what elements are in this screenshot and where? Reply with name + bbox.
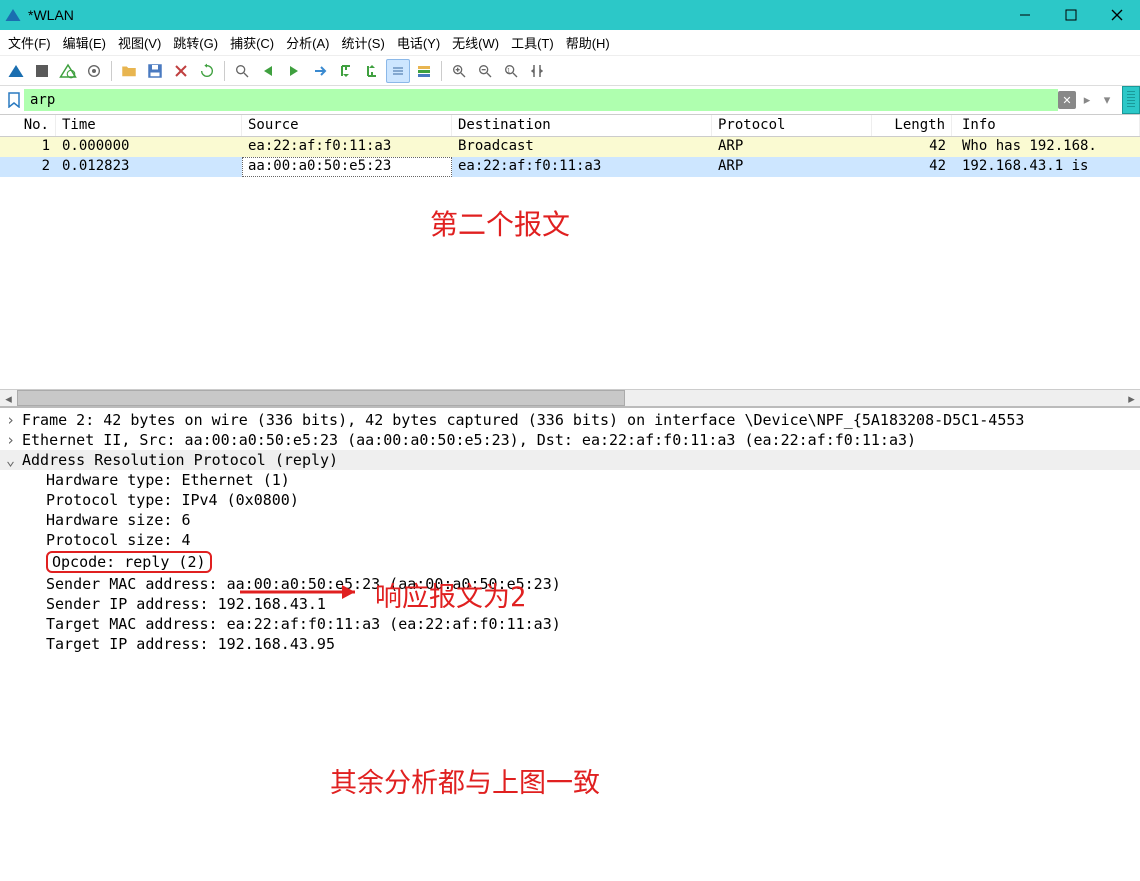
side-handle[interactable]	[1122, 86, 1140, 114]
app-icon	[4, 6, 22, 24]
start-capture-icon[interactable]	[4, 59, 28, 83]
go-to-packet-icon[interactable]	[308, 59, 332, 83]
zoom-reset-icon[interactable]: 1	[499, 59, 523, 83]
filter-bar: ✕ ▸ ▾	[0, 86, 1140, 114]
packet-details: ›Frame 2: 42 bytes on wire (336 bits), 4…	[0, 406, 1140, 876]
annotation-label: 响应报文为2	[375, 575, 526, 614]
detail-psize[interactable]: Protocol size: 4	[0, 530, 1140, 550]
cell-time: 0.012823	[56, 157, 242, 177]
scroll-left-icon[interactable]: ◂	[0, 390, 17, 407]
cell-destination: ea:22:af:f0:11:a3	[452, 157, 712, 177]
annotation-label: 第二个报文	[430, 203, 570, 243]
packet-list: No. Time Source Destination Protocol Len…	[0, 114, 1140, 389]
col-time[interactable]: Time	[56, 115, 242, 136]
detail-frame[interactable]: ›Frame 2: 42 bytes on wire (336 bits), 4…	[0, 410, 1140, 430]
col-destination[interactable]: Destination	[452, 115, 712, 136]
detail-sender-mac[interactable]: Sender MAC address: aa:00:a0:50:e5:23 (a…	[0, 574, 1140, 594]
packet-row[interactable]: 1 0.000000 ea:22:af:f0:11:a3 Broadcast A…	[0, 137, 1140, 157]
resize-columns-icon[interactable]	[525, 59, 549, 83]
close-file-icon[interactable]	[169, 59, 193, 83]
chevron-right-icon[interactable]: ›	[6, 411, 22, 429]
annotation-label: 其余分析都与上图一致	[330, 761, 600, 800]
scrollbar-horizontal[interactable]: ◂ ▸	[0, 389, 1140, 406]
scroll-right-icon[interactable]: ▸	[1123, 390, 1140, 407]
go-back-icon[interactable]	[256, 59, 280, 83]
minimize-button[interactable]	[1002, 0, 1048, 30]
capture-options-icon[interactable]	[82, 59, 106, 83]
go-to-last-icon[interactable]	[360, 59, 384, 83]
detail-ptype[interactable]: Protocol type: IPv4 (0x0800)	[0, 490, 1140, 510]
menu-view[interactable]: 视图(V)	[118, 33, 161, 52]
cell-no: 2	[0, 157, 56, 177]
col-info[interactable]: Info	[952, 115, 1140, 136]
cell-destination: Broadcast	[452, 137, 712, 157]
cell-no: 1	[0, 137, 56, 157]
cell-source: ea:22:af:f0:11:a3	[242, 137, 452, 157]
save-file-icon[interactable]	[143, 59, 167, 83]
detail-arp-header[interactable]: ⌄Address Resolution Protocol (reply)	[0, 450, 1140, 470]
cell-info: 192.168.43.1 is	[952, 157, 1140, 177]
menu-stats[interactable]: 统计(S)	[341, 33, 384, 52]
chevron-right-icon[interactable]: ›	[6, 431, 22, 449]
menu-analyze[interactable]: 分析(A)	[286, 33, 329, 52]
menu-wireless[interactable]: 无线(W)	[452, 33, 499, 52]
menu-go[interactable]: 跳转(G)	[173, 33, 218, 52]
clear-filter-icon[interactable]: ✕	[1058, 91, 1076, 109]
col-protocol[interactable]: Protocol	[712, 115, 872, 136]
scroll-thumb[interactable]	[17, 390, 625, 406]
cell-time: 0.000000	[56, 137, 242, 157]
find-icon[interactable]	[230, 59, 254, 83]
go-forward-icon[interactable]	[282, 59, 306, 83]
zoom-out-icon[interactable]	[473, 59, 497, 83]
cell-protocol: ARP	[712, 137, 872, 157]
detail-sender-ip[interactable]: Sender IP address: 192.168.43.1	[0, 594, 1140, 614]
detail-opcode[interactable]: Opcode: reply (2)	[0, 550, 1140, 574]
detail-hwsize[interactable]: Hardware size: 6	[0, 510, 1140, 530]
cell-info: Who has 192.168.	[952, 137, 1140, 157]
packet-row-selected[interactable]: 2 0.012823 aa:00:a0:50:e5:23 ea:22:af:f0…	[0, 157, 1140, 177]
maximize-button[interactable]	[1048, 0, 1094, 30]
packet-list-header: No. Time Source Destination Protocol Len…	[0, 115, 1140, 137]
opcode-highlight: Opcode: reply (2)	[46, 551, 212, 573]
menu-file[interactable]: 文件(F)	[8, 33, 51, 52]
col-source[interactable]: Source	[242, 115, 452, 136]
close-button[interactable]	[1094, 0, 1140, 30]
colorize-icon[interactable]	[412, 59, 436, 83]
titlebar: *WLAN	[0, 0, 1140, 30]
menubar: 文件(F) 编辑(E) 视图(V) 跳转(G) 捕获(C) 分析(A) 统计(S…	[0, 30, 1140, 56]
open-file-icon[interactable]	[117, 59, 141, 83]
col-no[interactable]: No.	[0, 115, 56, 136]
detail-hwtype[interactable]: Hardware type: Ethernet (1)	[0, 470, 1140, 490]
annotation-arrow-icon	[230, 578, 370, 606]
apply-filter-icon[interactable]: ▸	[1078, 91, 1096, 109]
reload-file-icon[interactable]	[195, 59, 219, 83]
menu-edit[interactable]: 编辑(E)	[63, 33, 106, 52]
menu-tools[interactable]: 工具(T)	[511, 33, 554, 52]
cell-source: aa:00:a0:50:e5:23	[242, 157, 452, 177]
filter-history-icon[interactable]: ▾	[1098, 91, 1116, 109]
bookmark-filter-icon[interactable]	[4, 90, 24, 110]
display-filter-input[interactable]	[24, 89, 1058, 111]
detail-target-ip[interactable]: Target IP address: 192.168.43.95	[0, 634, 1140, 654]
toolbar: 1	[0, 56, 1140, 86]
detail-target-mac[interactable]: Target MAC address: ea:22:af:f0:11:a3 (e…	[0, 614, 1140, 634]
cell-length: 42	[872, 137, 952, 157]
menu-help[interactable]: 帮助(H)	[566, 33, 610, 52]
detail-ethernet[interactable]: ›Ethernet II, Src: aa:00:a0:50:e5:23 (aa…	[0, 430, 1140, 450]
stop-capture-icon[interactable]	[30, 59, 54, 83]
cell-length: 42	[872, 157, 952, 177]
window-title: *WLAN	[28, 7, 1136, 23]
chevron-down-icon[interactable]: ⌄	[6, 451, 22, 469]
menu-capture[interactable]: 捕获(C)	[230, 33, 274, 52]
cell-protocol: ARP	[712, 157, 872, 177]
restart-capture-icon[interactable]	[56, 59, 80, 83]
go-to-first-icon[interactable]	[334, 59, 358, 83]
auto-scroll-icon[interactable]	[386, 59, 410, 83]
zoom-in-icon[interactable]	[447, 59, 471, 83]
col-length[interactable]: Length	[872, 115, 952, 136]
menu-phone[interactable]: 电话(Y)	[397, 33, 440, 52]
